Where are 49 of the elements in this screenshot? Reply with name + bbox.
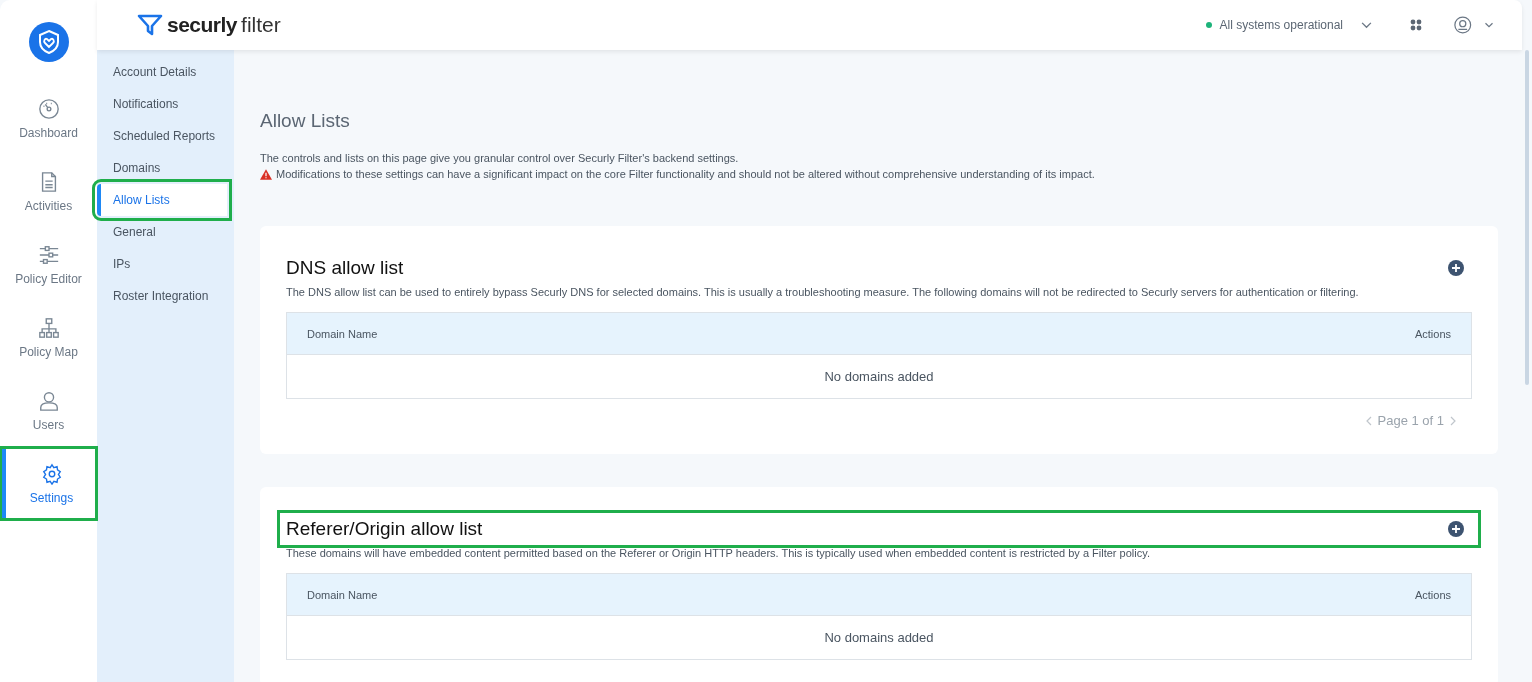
intro-text: The controls and lists on this page give you granular control over Securly Filter's backend settings. xyxy=(260,152,740,164)
apps-grid-icon[interactable] xyxy=(1410,19,1422,31)
gauge-icon xyxy=(37,97,60,120)
account-menu-icon[interactable] xyxy=(1454,15,1496,35)
nav-item[interactable]: Dashboard xyxy=(0,82,97,155)
empty-message: No domains added xyxy=(823,368,935,386)
hierarchy-icon xyxy=(37,316,60,339)
user-icon xyxy=(37,389,60,412)
column-header: Domain Name xyxy=(307,327,378,340)
scrollbar-thumb[interactable] xyxy=(1525,50,1529,385)
sliders-icon xyxy=(37,243,60,266)
shield-logo-icon xyxy=(28,22,69,62)
page-indicator: Page 1 of 1 xyxy=(1377,413,1444,428)
menu-item[interactable]: Scheduled Reports xyxy=(97,120,234,152)
menu-item[interactable]: Account Details xyxy=(97,56,234,88)
nav-label: Activities xyxy=(24,198,73,213)
nav-label: Dashboard xyxy=(19,125,78,140)
nav-label: Policy Map xyxy=(19,344,78,359)
nav-item[interactable]: Users xyxy=(0,374,97,447)
menu-item[interactable]: Domains xyxy=(97,152,234,184)
funnel-logo-icon xyxy=(137,13,163,37)
section-description: The DNS allow list can be used to entirely bypass Securly DNS for selected domains. This is usually a troubleshooting measure. The following domains will not be redirected to Securly servers for authentication or filtering. xyxy=(286,286,1360,298)
column-header: Domain Name xyxy=(307,588,378,601)
nav-label: Users xyxy=(32,417,65,432)
settings-icon xyxy=(40,462,63,485)
column-header: Actions xyxy=(1414,588,1451,601)
warning-text: Modifications to these settings can have a significant impact on the core Filter functionality and should not be altered without comprehensive understanding of its impact. xyxy=(276,168,1095,180)
section-description: These domains will have embedded content permitted based on the Referer or Origin HTTP headers. This is typically used when embedded content is restricted by a Filter policy. xyxy=(286,547,1151,559)
nav-item[interactable]: Policy Editor xyxy=(0,228,97,301)
status-dropdown[interactable]: All systems operational xyxy=(1205,18,1372,32)
brand-name: securly xyxy=(167,13,238,37)
menu-item[interactable]: Roster Integration xyxy=(97,280,234,312)
page-title: Allow Lists xyxy=(260,110,351,132)
menu-item[interactable]: IPs xyxy=(97,248,234,280)
menu-item[interactable]: General xyxy=(97,216,234,248)
section-title: Referer/Origin allow list xyxy=(286,518,483,540)
column-header: Actions xyxy=(1414,327,1451,340)
add-icon[interactable] xyxy=(1448,521,1464,537)
caret-icon xyxy=(1361,21,1372,29)
nav-label: Policy Editor xyxy=(15,271,82,286)
section-title: DNS allow list xyxy=(286,257,404,279)
empty-message: No domains added xyxy=(823,629,935,647)
menu-item[interactable]: Notifications xyxy=(97,88,234,120)
nav-item[interactable]: Policy Map xyxy=(0,301,97,374)
nav-label: Settings xyxy=(29,490,74,505)
nav-item[interactable]: Activities xyxy=(0,155,97,228)
brand-product: filter xyxy=(241,13,281,37)
warning-icon xyxy=(260,168,272,180)
add-icon[interactable] xyxy=(1448,260,1464,276)
